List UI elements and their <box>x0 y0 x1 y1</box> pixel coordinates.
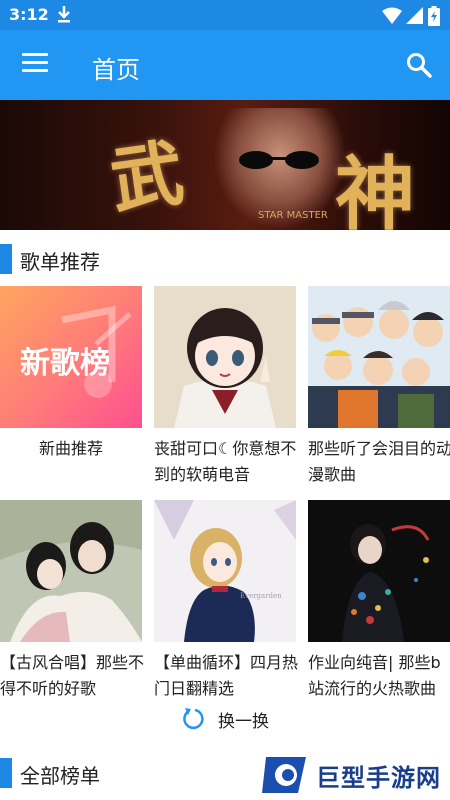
playlist-title: 【古风合唱】那些不得不听的好歌 <box>0 653 145 698</box>
refresh-icon <box>183 708 204 730</box>
playlist-card[interactable]: Evergarden 【单曲循环】四月热门日翻精选 <box>154 500 298 702</box>
status-icons <box>382 6 440 26</box>
menu-icon[interactable] <box>22 53 48 77</box>
banner-sunglasses <box>239 151 319 169</box>
anime-girl-illustration <box>154 286 296 428</box>
signal-icon <box>406 7 423 24</box>
playlist-cover <box>308 286 450 428</box>
wifi-icon <box>382 7 402 24</box>
cover-text: 新歌榜 <box>20 346 110 381</box>
playlist-card[interactable]: 那些听了会泪目的动漫歌曲 <box>308 286 450 488</box>
playlist-title: 丧甜可口☾你意想不到的软萌电音 <box>154 439 297 484</box>
section-accent-bar <box>0 758 12 788</box>
anime-group-illustration <box>308 286 450 428</box>
watermark-text: 巨型手游网 <box>316 763 441 792</box>
status-bar: 3:12 <box>0 0 450 30</box>
playlist-cover <box>0 500 142 642</box>
svg-text:Evergarden: Evergarden <box>240 592 282 600</box>
section-title: 全部榜单 <box>20 764 100 788</box>
refresh-button[interactable]: 换一换 <box>182 706 269 732</box>
banner[interactable]: 武 神 STAR MASTER <box>0 100 450 230</box>
recommend-section-header: 歌单推荐 <box>0 230 450 286</box>
playlist-cover: 新歌榜 <box>0 286 142 428</box>
playlist-card[interactable]: 丧甜可口☾你意想不到的软萌电音 <box>154 286 296 488</box>
playlist-cover: Evergarden <box>154 500 296 642</box>
banner-subtitle: STAR MASTER <box>258 210 328 221</box>
refresh-label: 换一换 <box>218 711 269 732</box>
dark-art-illustration <box>308 500 450 642</box>
violet-anime-illustration: Evergarden <box>154 500 296 642</box>
playlist-title: 新曲推荐 <box>38 439 103 458</box>
playlist-cover <box>154 286 296 428</box>
watermark: 巨型手游网 <box>258 750 450 800</box>
section-title: 歌单推荐 <box>20 250 100 274</box>
battery-icon <box>428 6 440 26</box>
app-bar: 首页 <box>0 30 450 100</box>
banner-title-char: 神 <box>335 147 415 230</box>
section-accent-bar <box>0 244 12 274</box>
playlist-card[interactable]: 作业向纯音| 那些b站流行的火热歌曲 <box>308 500 450 702</box>
banner-title-char: 武 <box>105 129 189 224</box>
playlist-card[interactable]: 【古风合唱】那些不得不听的好歌 <box>0 500 144 702</box>
playlist-title: 作业向纯音| 那些b站流行的火热歌曲 <box>308 653 441 698</box>
playlist-title: 【单曲循环】四月热门日翻精选 <box>154 653 299 698</box>
playlist-card[interactable]: 新歌榜 新曲推荐 <box>0 286 142 488</box>
ancient-style-photo <box>0 500 142 642</box>
search-icon[interactable] <box>406 52 432 78</box>
playlist-title: 那些听了会泪目的动漫歌曲 <box>308 439 450 484</box>
status-time: 3:12 <box>9 5 49 24</box>
page-title: 首页 <box>92 56 140 84</box>
playlist-cover <box>308 500 450 642</box>
playlist-grid: 新歌榜 新曲推荐 丧甜可口☾你意想不到的软萌电音 那些听了会泪目的动漫歌曲 【古… <box>0 286 450 746</box>
download-icon <box>58 6 70 23</box>
watermark-logo <box>262 757 306 793</box>
